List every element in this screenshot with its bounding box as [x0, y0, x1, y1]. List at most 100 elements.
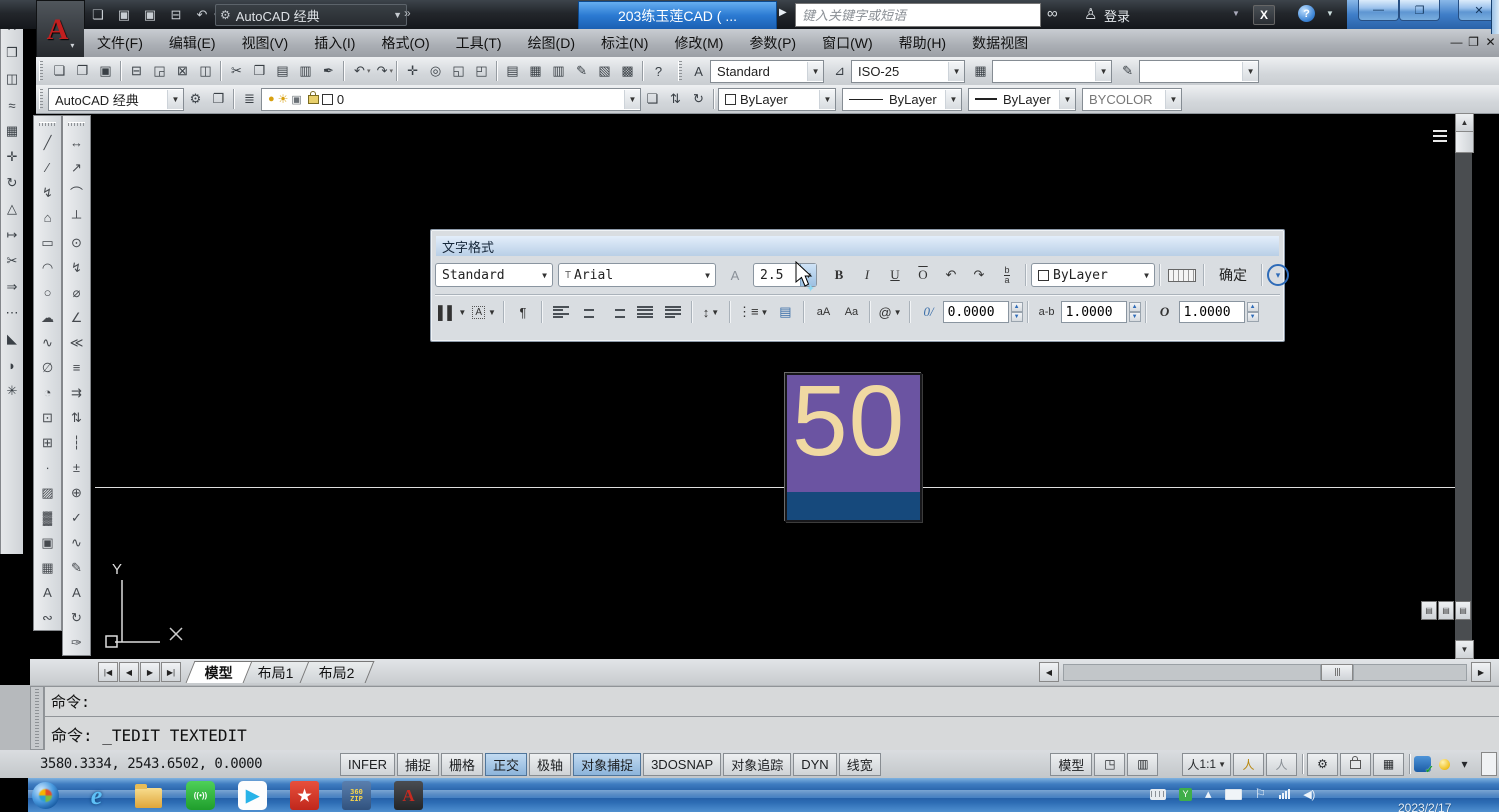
dim-edit-icon[interactable]: ✎: [65, 555, 88, 580]
dim-style-icon[interactable]: ⊿: [828, 60, 851, 83]
tencent-video-icon[interactable]: ▶: [238, 781, 267, 810]
chevron-down-icon[interactable]: ▼: [1139, 264, 1154, 286]
save-as-icon[interactable]: ▣: [140, 5, 160, 25]
diameter-dim-icon[interactable]: ⌀: [65, 280, 88, 305]
internet-explorer-icon[interactable]: e: [82, 781, 111, 810]
mtext-justify-button[interactable]: A▼: [469, 300, 499, 325]
layer-previous-icon[interactable]: ↻: [687, 88, 710, 111]
redo-dropdown-icon[interactable]: ▾: [390, 67, 394, 75]
revision-cloud-icon[interactable]: ☁: [36, 305, 59, 330]
chevron-down-icon[interactable]: ▼: [819, 90, 835, 109]
spin-down-icon[interactable]: ▼: [1247, 312, 1259, 322]
3dprint-icon[interactable]: ◫: [194, 60, 217, 83]
extend-icon[interactable]: ⇒: [1, 274, 23, 300]
command-history[interactable]: 命令:: [44, 686, 1499, 720]
clean-screen-button[interactable]: [1481, 752, 1497, 776]
text-style-dropdown[interactable]: Standard ▼: [710, 60, 824, 83]
tolerance-icon[interactable]: ±: [65, 455, 88, 480]
search-input[interactable]: [796, 8, 1040, 23]
line-icon[interactable]: ╱: [36, 130, 59, 155]
chevron-down-icon[interactable]: ▼: [167, 90, 183, 109]
options-more-button[interactable]: ▾: [1267, 264, 1289, 286]
tray-caret-icon[interactable]: ▾: [1450, 754, 1479, 775]
annotation-autoscale-icon[interactable]: 人: [1266, 753, 1297, 776]
viewport-button-2[interactable]: ▤: [1438, 601, 1454, 620]
chevron-down-icon[interactable]: ▼: [1059, 90, 1075, 109]
document-tab-arrow-icon[interactable]: ▶: [779, 7, 787, 18]
chevron-down-icon[interactable]: ▼: [948, 62, 964, 81]
mirror-icon[interactable]: ◫: [1, 66, 23, 92]
quick-dim-icon[interactable]: ≪: [65, 330, 88, 355]
match-properties-icon[interactable]: ✒: [317, 60, 340, 83]
chevron-down-icon[interactable]: ▼: [700, 264, 715, 286]
toggle-dyn[interactable]: DYN: [793, 753, 836, 776]
dim-text-edit-icon[interactable]: A: [65, 580, 88, 605]
symbol-button[interactable]: @▼: [875, 300, 904, 325]
annotative-button[interactable]: A: [721, 263, 749, 288]
menu-format[interactable]: 格式(O): [368, 29, 442, 57]
dim-update-icon[interactable]: ↻: [65, 605, 88, 630]
hatch-icon[interactable]: ▨: [36, 480, 59, 505]
designcenter-icon[interactable]: ▦: [524, 60, 547, 83]
mdi-restore-icon[interactable]: ❐: [1466, 35, 1481, 49]
viewport-button-3[interactable]: ▤: [1455, 601, 1471, 620]
menu-window[interactable]: 窗口(W): [809, 29, 886, 57]
undo-button[interactable]: ↶: [937, 263, 965, 288]
help-icon[interactable]: ?: [647, 60, 670, 83]
annotation-visibility-icon[interactable]: 人: [1233, 753, 1264, 776]
model-space-button[interactable]: 模型: [1050, 753, 1092, 776]
lowercase-button[interactable]: Aa: [837, 300, 865, 325]
font-dropdown[interactable]: T Arial ▼: [558, 263, 716, 287]
signin-dropdown-icon[interactable]: ▼: [1232, 9, 1240, 18]
dim-space-icon[interactable]: ⇅: [65, 405, 88, 430]
toggle-osnap[interactable]: 对象捕捉: [573, 753, 641, 776]
cut-icon[interactable]: ✂: [225, 60, 248, 83]
layer-on-bulb-icon[interactable]: ●: [268, 93, 275, 105]
show-desktop-button[interactable]: [1491, 0, 1499, 34]
file-explorer-icon[interactable]: [134, 781, 163, 810]
toggle-snap[interactable]: 捕捉: [397, 753, 439, 776]
hardware-accel-icon[interactable]: ▦: [1373, 753, 1404, 776]
zoom-realtime-icon[interactable]: ◎: [424, 60, 447, 83]
markup-icon[interactable]: ✎: [570, 60, 593, 83]
calculator-icon[interactable]: ▩: [616, 60, 639, 83]
dim-style-icon[interactable]: ✑: [65, 630, 88, 655]
paragraph-button[interactable]: ¶: [509, 300, 537, 325]
spin-up-icon[interactable]: ▲: [1129, 302, 1141, 312]
layer-unlock-icon[interactable]: [308, 95, 319, 104]
ellipse-arc-icon[interactable]: ◔: [36, 380, 59, 405]
zoom-previous-icon[interactable]: ◰: [470, 60, 493, 83]
properties-palette-icon[interactable]: ▤: [501, 60, 524, 83]
aligned-dim-icon[interactable]: ↗: [65, 155, 88, 180]
ok-button[interactable]: 确定: [1209, 263, 1257, 287]
maximize-button[interactable]: ❐: [1399, 0, 1440, 21]
app-menu-button[interactable]: A ▾: [36, 0, 85, 59]
coordinates-readout[interactable]: 3580.3334, 2543.6502, 0.0000: [40, 756, 340, 772]
toolbar-grip[interactable]: [39, 89, 43, 109]
plot-icon[interactable]: ⊟: [166, 5, 186, 25]
numbering-button[interactable]: ⋮≡▼: [735, 300, 772, 325]
uppercase-button[interactable]: aA: [809, 300, 837, 325]
dialog-title[interactable]: 文字格式: [436, 236, 1279, 256]
multiline-text-icon[interactable]: A: [36, 580, 59, 605]
text-color-dropdown[interactable]: ByLayer ▼: [1031, 263, 1155, 287]
width-factor-input[interactable]: 1.0000: [1179, 301, 1245, 323]
spin-up-icon[interactable]: ▲: [1011, 302, 1023, 312]
table-style-dropdown[interactable]: ▼: [992, 60, 1112, 83]
save-icon[interactable]: ▣: [114, 5, 134, 25]
chevron-down-icon[interactable]: ▼: [807, 62, 823, 81]
mleader-style-icon[interactable]: ✎: [1116, 60, 1139, 83]
toolbar-overflow-button[interactable]: »: [404, 6, 409, 20]
move-icon[interactable]: ✛: [1, 144, 23, 170]
publish-icon[interactable]: ⊠: [171, 60, 194, 83]
sogou-browser-icon[interactable]: ★: [290, 781, 319, 810]
tab-first-icon[interactable]: |◀: [98, 662, 118, 682]
ellipse-icon[interactable]: ∅: [36, 355, 59, 380]
menu-parametric[interactable]: 参数(P): [736, 29, 809, 57]
sign-in-link[interactable]: 登录: [1104, 6, 1130, 25]
ruler-button[interactable]: [1165, 263, 1199, 288]
layer-vp-freeze-icon[interactable]: ▣: [291, 93, 301, 106]
start-button[interactable]: [32, 782, 59, 809]
vertical-scrollbar[interactable]: ▲ ▼: [1455, 113, 1472, 659]
open-icon[interactable]: ❐: [71, 60, 94, 83]
